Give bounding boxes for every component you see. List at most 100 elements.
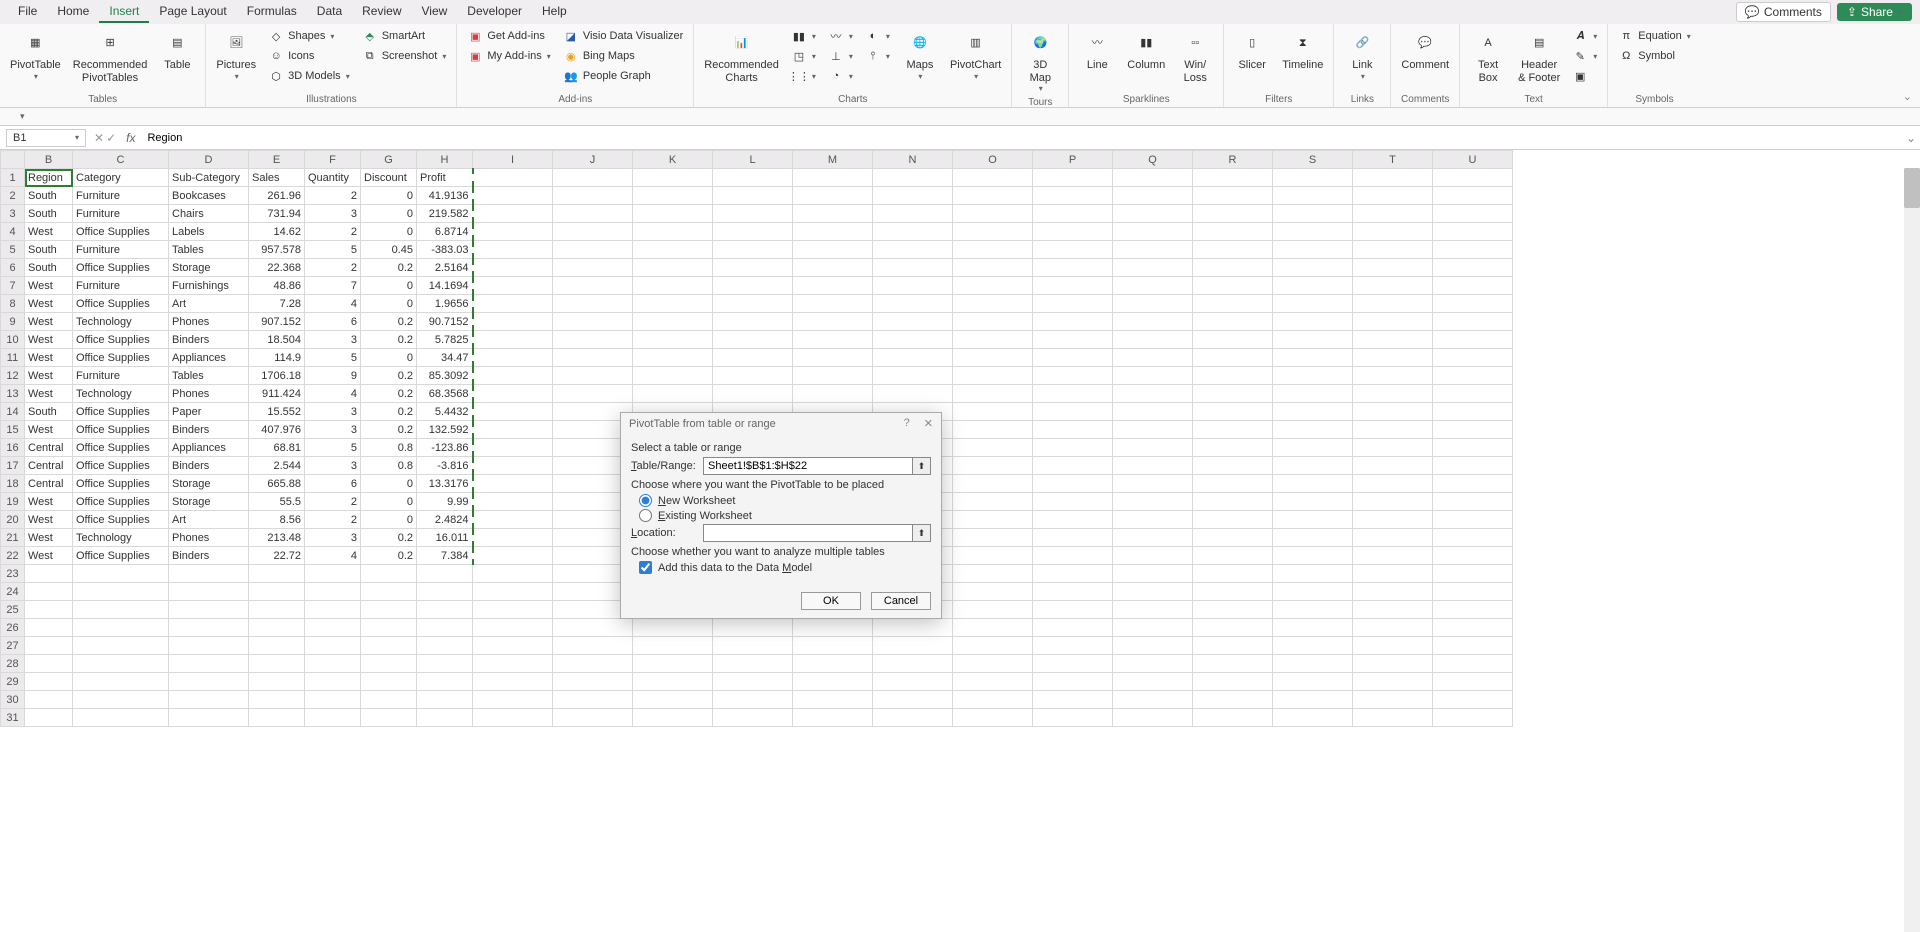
cell[interactable] — [713, 655, 793, 673]
cell[interactable] — [1113, 331, 1193, 349]
cell[interactable] — [473, 493, 553, 511]
cell[interactable] — [793, 187, 873, 205]
cell[interactable] — [1353, 709, 1433, 727]
cell[interactable] — [1113, 673, 1193, 691]
cell[interactable] — [249, 691, 305, 709]
cell[interactable] — [633, 313, 713, 331]
cell[interactable]: 0.2 — [361, 367, 417, 385]
cell[interactable] — [713, 709, 793, 727]
cell[interactable]: 8.56 — [249, 511, 305, 529]
wordart-button[interactable]: 𝑨▾ — [1568, 27, 1601, 45]
cell[interactable]: 3 — [305, 457, 361, 475]
cell[interactable]: 0 — [361, 295, 417, 313]
cell[interactable] — [361, 673, 417, 691]
cell[interactable] — [953, 529, 1033, 547]
cell[interactable] — [1433, 205, 1513, 223]
location-input[interactable] — [703, 524, 913, 542]
cell[interactable] — [473, 349, 553, 367]
cell[interactable] — [1033, 619, 1113, 637]
cell[interactable] — [25, 601, 73, 619]
cancel-button[interactable]: Cancel — [871, 592, 931, 610]
cell[interactable]: 2 — [305, 511, 361, 529]
row-header[interactable]: 25 — [1, 601, 25, 619]
cell[interactable] — [633, 169, 713, 187]
cell[interactable] — [1193, 241, 1273, 259]
cell[interactable] — [473, 565, 553, 583]
cell[interactable] — [553, 349, 633, 367]
cell[interactable]: 0 — [361, 511, 417, 529]
cell[interactable] — [633, 241, 713, 259]
row-header[interactable]: 24 — [1, 583, 25, 601]
cell[interactable] — [793, 367, 873, 385]
cell[interactable]: Furniture — [73, 277, 169, 295]
cell[interactable]: Binders — [169, 547, 249, 565]
cell[interactable] — [1273, 313, 1353, 331]
cell[interactable] — [249, 565, 305, 583]
col-header-O[interactable]: O — [953, 151, 1033, 169]
cell[interactable]: 219.582 — [417, 205, 473, 223]
people-graph-button[interactable]: 👥People Graph — [559, 67, 687, 85]
cell[interactable] — [553, 295, 633, 313]
cell[interactable]: 0 — [361, 349, 417, 367]
cell[interactable] — [1433, 259, 1513, 277]
cell[interactable] — [873, 619, 953, 637]
cell[interactable] — [1433, 637, 1513, 655]
cell[interactable] — [417, 655, 473, 673]
cell[interactable]: Office Supplies — [73, 547, 169, 565]
row-header[interactable]: 7 — [1, 277, 25, 295]
cell[interactable] — [361, 691, 417, 709]
icons-button[interactable]: ☺Icons — [264, 47, 354, 65]
cell[interactable] — [1353, 691, 1433, 709]
cell[interactable] — [1193, 349, 1273, 367]
cell[interactable]: 9 — [305, 367, 361, 385]
cell[interactable] — [953, 493, 1033, 511]
cell[interactable]: Office Supplies — [73, 331, 169, 349]
cell[interactable]: Chairs — [169, 205, 249, 223]
cell[interactable] — [1273, 511, 1353, 529]
cell[interactable] — [25, 709, 73, 727]
cell[interactable]: 407.976 — [249, 421, 305, 439]
cell[interactable] — [553, 655, 633, 673]
cell[interactable]: Art — [169, 511, 249, 529]
cell[interactable] — [553, 205, 633, 223]
cell[interactable]: West — [25, 547, 73, 565]
cell[interactable] — [713, 241, 793, 259]
cell[interactable]: Phones — [169, 385, 249, 403]
cell[interactable] — [633, 331, 713, 349]
cell[interactable] — [473, 313, 553, 331]
cell[interactable] — [473, 619, 553, 637]
cell[interactable] — [1193, 511, 1273, 529]
cell[interactable] — [1113, 637, 1193, 655]
cell[interactable] — [553, 619, 633, 637]
cell[interactable] — [1353, 313, 1433, 331]
cell[interactable] — [1193, 673, 1273, 691]
cell[interactable] — [1193, 691, 1273, 709]
row-header[interactable]: 4 — [1, 223, 25, 241]
cell[interactable] — [793, 295, 873, 313]
row-header[interactable]: 9 — [1, 313, 25, 331]
cell[interactable] — [1113, 439, 1193, 457]
cell[interactable] — [417, 583, 473, 601]
col-header-D[interactable]: D — [169, 151, 249, 169]
cell[interactable] — [553, 691, 633, 709]
cell[interactable] — [473, 277, 553, 295]
header-footer-button[interactable]: ▤Header & Footer — [1514, 27, 1564, 86]
cell[interactable] — [553, 385, 633, 403]
chart-col-button[interactable]: ▮▮▾ — [787, 27, 820, 45]
cell[interactable] — [633, 223, 713, 241]
ok-button[interactable]: OK — [801, 592, 861, 610]
recommended-pivottables-button[interactable]: ⊞Recommended PivotTables — [69, 27, 152, 86]
col-header-T[interactable]: T — [1353, 151, 1433, 169]
qat-dropdown-icon[interactable]: ▾ — [20, 111, 25, 122]
cell[interactable] — [473, 421, 553, 439]
cell[interactable] — [25, 619, 73, 637]
cell[interactable] — [305, 565, 361, 583]
cell[interactable] — [1033, 547, 1113, 565]
table-range-input[interactable] — [703, 457, 913, 475]
cell[interactable] — [553, 313, 633, 331]
cell[interactable]: Furniture — [73, 241, 169, 259]
cell[interactable] — [1433, 601, 1513, 619]
cell[interactable] — [793, 619, 873, 637]
my-addins-button[interactable]: ▣My Add-ins▾ — [463, 47, 554, 65]
cell[interactable] — [361, 709, 417, 727]
